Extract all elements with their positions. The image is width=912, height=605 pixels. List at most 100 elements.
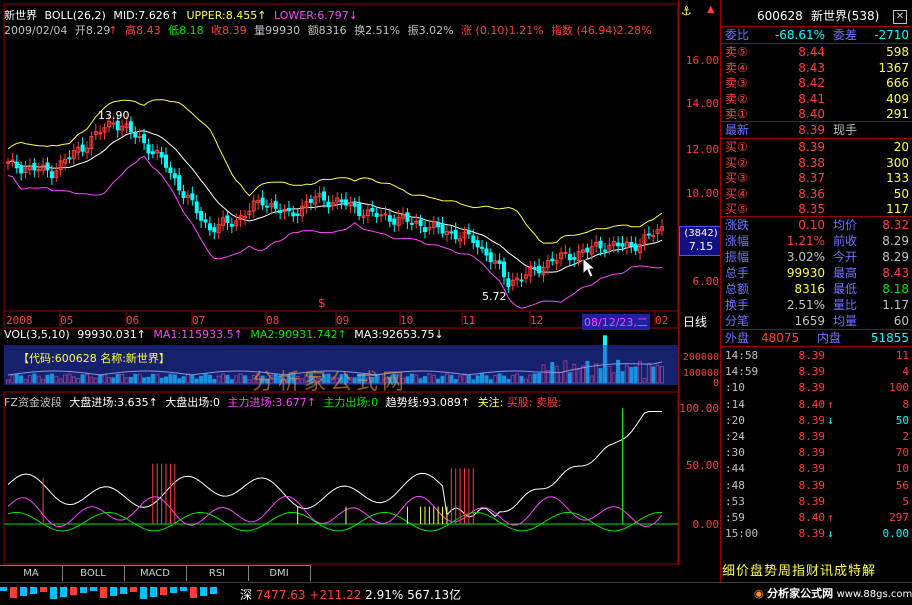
tick-arrow-icon: ↓: [827, 413, 834, 427]
upper-value: 8.455: [225, 9, 258, 22]
stat-row: 换手 2.51% 量比 1.17: [721, 297, 912, 313]
book-row[interactable]: 买⑤ 8.35 117: [721, 201, 912, 217]
current-price-box: (3842) 7.15: [679, 226, 723, 256]
tick-volume: 56: [895, 478, 909, 492]
market-summary: 深 7477.63 +211.22 2.91% 567.13亿: [240, 586, 461, 603]
candle-body: [537, 265, 542, 274]
candle-body: [616, 242, 621, 247]
status-segment: [0, 587, 7, 591]
fz-sell: 卖股:: [536, 396, 562, 409]
status-segment: [130, 587, 137, 592]
site-logo[interactable]: ◉ 分析家公式网 www.88gs.com: [754, 585, 912, 602]
book-row[interactable]: 卖② 8.41 409: [721, 91, 912, 107]
candle-body: [164, 154, 169, 168]
current-box-label: (3842): [684, 228, 718, 239]
tick-price: 8.39: [798, 413, 826, 427]
book-row[interactable]: 买④ 8.36 50: [721, 186, 912, 202]
candle-body: [497, 260, 502, 265]
close-icon[interactable]: ✕: [893, 10, 907, 24]
price-tick: 14.00: [685, 97, 719, 110]
main-header: 新世界 BOLL(26,2) MID:7.626↑ UPPER:8.455↑ L…: [4, 9, 358, 22]
tick-row: 15:00 8.39 ↓ 0.00: [721, 526, 912, 541]
stat-row: 涨跌 0.10 均价 8.32: [721, 217, 912, 233]
candle-body: [98, 132, 103, 135]
book-row[interactable]: 卖① 8.40 291: [721, 106, 912, 122]
candle-body: [422, 227, 427, 233]
candle-body: [383, 213, 388, 216]
candle-body: [409, 222, 414, 225]
fz-name: FZ资金波段: [4, 396, 62, 409]
bottom-links[interactable]: 细价盘势周指财讯成特解: [720, 563, 912, 581]
high-mark: 13.90: [98, 109, 130, 122]
stat-value: 8.32: [882, 218, 909, 232]
current-price: 7.15: [688, 240, 714, 253]
bottom-links-text[interactable]: 细价盘势周指财讯成特解: [722, 564, 876, 579]
book-row[interactable]: 买② 8.38 300: [721, 155, 912, 171]
tick-time: :14: [725, 397, 745, 411]
tab-ma[interactable]: MA: [0, 565, 63, 581]
tick-price: 8.39: [798, 446, 826, 460]
candle-body: [352, 203, 357, 207]
book-row[interactable]: 买③ 8.37 133: [721, 170, 912, 186]
stat-value: 1659: [794, 314, 825, 328]
status-segment: [170, 587, 177, 593]
period-label[interactable]: 日线: [683, 313, 707, 330]
tick-volume: 11: [895, 349, 909, 362]
chart-area[interactable]: 新世界 BOLL(26,2) MID:7.626↑ UPPER:8.455↑ L…: [0, 0, 678, 565]
status-segment: [120, 587, 127, 594]
anchor-icon[interactable]: ⚓: [681, 4, 692, 18]
info-amplitude: 振3.02%: [407, 24, 454, 37]
inner-label: 内盘: [817, 331, 842, 345]
stat-label: 均量: [833, 314, 858, 328]
book-row[interactable]: 卖③ 8.42 666: [721, 75, 912, 91]
book-volume: 117: [886, 202, 909, 217]
book-price: 8.40: [798, 107, 825, 122]
fz-big-in: 大盘进场:3.635: [69, 396, 149, 409]
tick-volume: 70: [895, 446, 909, 460]
tick-price: 8.39: [798, 478, 826, 492]
status-segment: [40, 587, 47, 592]
price-tick: 6.00: [692, 275, 720, 288]
candle-body: [264, 205, 269, 208]
latest-label: 最新: [725, 123, 750, 137]
tick-price: 8.39: [798, 494, 826, 508]
stat-label: 换手: [725, 298, 750, 312]
tick-row: :24 8.39 2: [721, 429, 912, 444]
tick-time: :10: [725, 381, 745, 395]
candle-body: [418, 219, 423, 226]
time-tick: 11: [462, 314, 476, 327]
candle-body: [67, 157, 72, 160]
scroll-up-icon[interactable]: ▲: [707, 4, 715, 15]
book-row[interactable]: 卖⑤ 8.44 598: [721, 44, 912, 60]
tab-boll[interactable]: BOLL: [62, 565, 125, 581]
fz-header: FZ资金波段 大盘进场:3.635↑ 大盘出场:0 主力进场:3.677↑ 主力…: [4, 396, 562, 409]
candle-body: [519, 279, 524, 282]
tick-volume: 5: [902, 494, 909, 508]
stat-value: 8.29: [882, 250, 909, 264]
market-pct: 2.91%: [365, 588, 404, 602]
weicha-value: -2710: [874, 28, 909, 42]
book-price: 8.39: [798, 140, 825, 154]
candle-body: [133, 132, 138, 138]
site-name: 分析家公式网: [767, 587, 834, 600]
weibi-value: -68.61%: [774, 28, 825, 42]
fz-big-out: 大盘出场:0: [165, 396, 221, 409]
candle-body: [436, 222, 441, 228]
info-date: 2009/02/04: [4, 24, 68, 37]
candle-body: [111, 122, 116, 125]
vol-label: VOL(3,5,10): [4, 328, 70, 341]
stat-value: 8.43: [882, 266, 909, 280]
stat-row: 涨幅 1.21% 前收 8.29: [721, 233, 912, 249]
time-tick: 10: [400, 314, 414, 327]
fz-pane-border: [3, 391, 678, 565]
book-row[interactable]: 卖④ 8.43 1367: [721, 60, 912, 76]
candle-body: [598, 240, 603, 249]
tab-rsi[interactable]: RSI: [186, 565, 249, 581]
time-tick: 06: [126, 314, 140, 327]
stat-label: 总手: [725, 266, 750, 280]
tab-dmi[interactable]: DMI: [248, 565, 311, 581]
book-volume: 409: [886, 91, 909, 106]
tab-macd[interactable]: MACD: [124, 565, 187, 581]
book-row[interactable]: 买① 8.39 20: [721, 139, 912, 155]
kline-chart[interactable]: [0, 0, 678, 565]
